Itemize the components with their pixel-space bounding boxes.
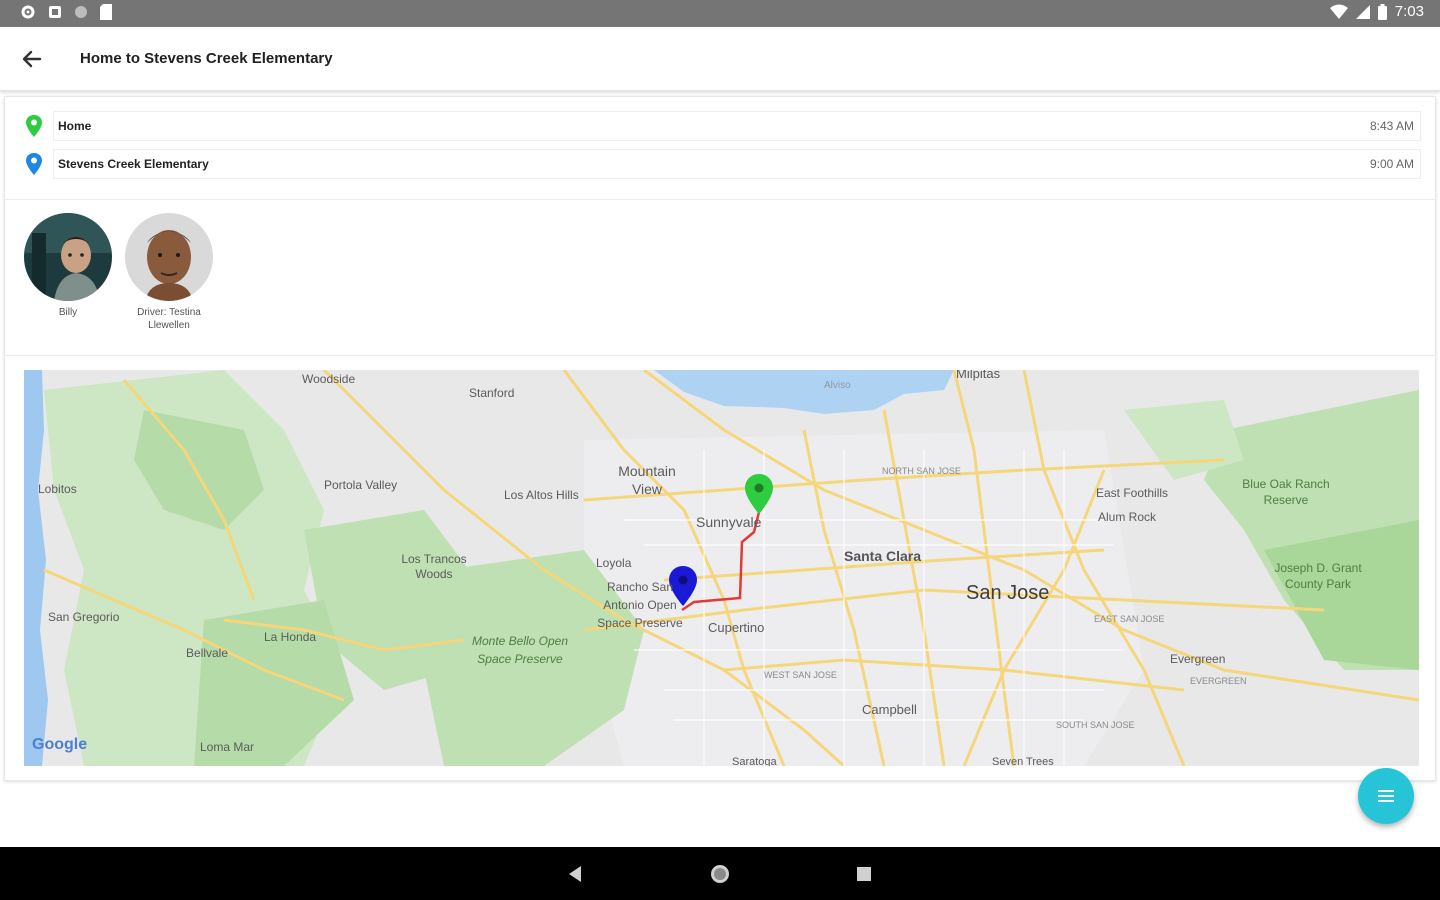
system-nav-bar (0, 847, 1440, 900)
map-label: La Honda (264, 630, 317, 644)
passenger[interactable]: Billy (18, 213, 118, 319)
map-label: Evergreen (1170, 652, 1226, 666)
map-label: Saratoga (732, 756, 777, 766)
avatar (24, 213, 112, 301)
map-label: Sunnyvale (696, 514, 762, 530)
avatar (125, 213, 213, 301)
map-label: Los Trancos Woods (401, 552, 467, 581)
status-time: 7:03 (1394, 3, 1424, 20)
stop-box-origin: Home 8:43 AM (53, 111, 1421, 141)
map-label: East Foothills (1096, 486, 1169, 500)
map-label: Bellvale (186, 646, 229, 660)
map-pin-green-icon (26, 115, 42, 137)
person-name: Billy (58, 307, 78, 318)
stop-name: Home (58, 119, 92, 133)
driver[interactable]: Driver: Testina Llewellen (119, 213, 219, 332)
map-label: Mountain View (618, 463, 676, 497)
map-label: SOUTH SAN JOSE (1056, 720, 1135, 730)
nav-recents-icon[interactable] (851, 861, 877, 887)
stop-row-origin[interactable]: Home 8:43 AM (25, 109, 1421, 143)
map-canvas (24, 370, 1419, 766)
circle-status-icon (75, 6, 87, 18)
map-label: Portola Valley (324, 478, 398, 492)
sd-card-icon (100, 4, 112, 20)
menu-icon (1378, 795, 1394, 797)
notification-icon (49, 6, 61, 18)
stop-time: 8:43 AM (1369, 119, 1414, 133)
signal-icon (1355, 4, 1370, 19)
page-title: Home to Stevens Creek Elementary (80, 50, 333, 67)
nav-back-icon[interactable] (563, 861, 589, 887)
stop-name: Stevens Creek Elementary (58, 157, 209, 171)
map-label: Stanford (469, 386, 515, 400)
map-label: Santa Clara (844, 548, 922, 564)
menu-fab-button[interactable] (1358, 768, 1414, 824)
stop-row-destination[interactable]: Stevens Creek Elementary 9:00 AM (25, 147, 1421, 181)
map-view[interactable]: Woodside Stanford Alviso Milpitas Mounta… (24, 370, 1419, 766)
status-bar: 7:03 (0, 0, 1440, 27)
app-bar: Home to Stevens Creek Elementary (0, 27, 1440, 91)
map-label: Alviso (824, 380, 851, 391)
map-label: San Gregorio (48, 610, 120, 624)
map-label: Los Altos Hills (504, 488, 579, 502)
person-name: Driver: Testina Llewellen (137, 307, 201, 331)
menu-icon (1378, 790, 1394, 792)
map-label: Loma Mar (200, 740, 255, 754)
map-label: NORTH SAN JOSE (882, 466, 961, 476)
map-label: Loyola (596, 556, 632, 570)
map-label: EAST SAN JOSE (1094, 614, 1165, 624)
wifi-icon (1329, 4, 1348, 19)
trip-card: Home 8:43 AM Stevens Creek Elementary 9:… (4, 96, 1436, 781)
map-label: Seven Trees (992, 756, 1054, 766)
map-label: Woodside (302, 372, 356, 386)
map-label: San Jose (966, 582, 1050, 604)
battery-icon (1377, 3, 1387, 20)
map-label: WEST SAN JOSE (764, 670, 837, 680)
map-label: Monte Bello Open Space Preserve (471, 634, 569, 666)
google-logo: Google (32, 736, 88, 753)
menu-icon (1378, 800, 1394, 802)
map-label: EVERGREEN (1190, 676, 1247, 686)
stop-time: 9:00 AM (1369, 157, 1414, 171)
map-label: Alum Rock (1098, 510, 1157, 524)
map-label: Cupertino (708, 620, 765, 635)
stop-box-destination: Stevens Creek Elementary 9:00 AM (53, 149, 1421, 179)
map-label: Blue Oak Ranch Reserve (1242, 477, 1330, 507)
map-label: Lobitos (38, 482, 77, 496)
map-label: Milpitas (956, 370, 1001, 381)
map-label: Campbell (862, 702, 917, 717)
settings-icon (21, 5, 35, 19)
divider (5, 355, 1435, 356)
nav-home-icon[interactable] (707, 861, 733, 887)
map-label: Rancho San Antonio Open Space Preserve (597, 580, 683, 630)
back-arrow-icon[interactable] (18, 45, 46, 73)
divider (5, 199, 1435, 200)
map-pin-blue-icon (26, 153, 42, 175)
map-label: Joseph D. Grant County Park (1274, 561, 1362, 591)
